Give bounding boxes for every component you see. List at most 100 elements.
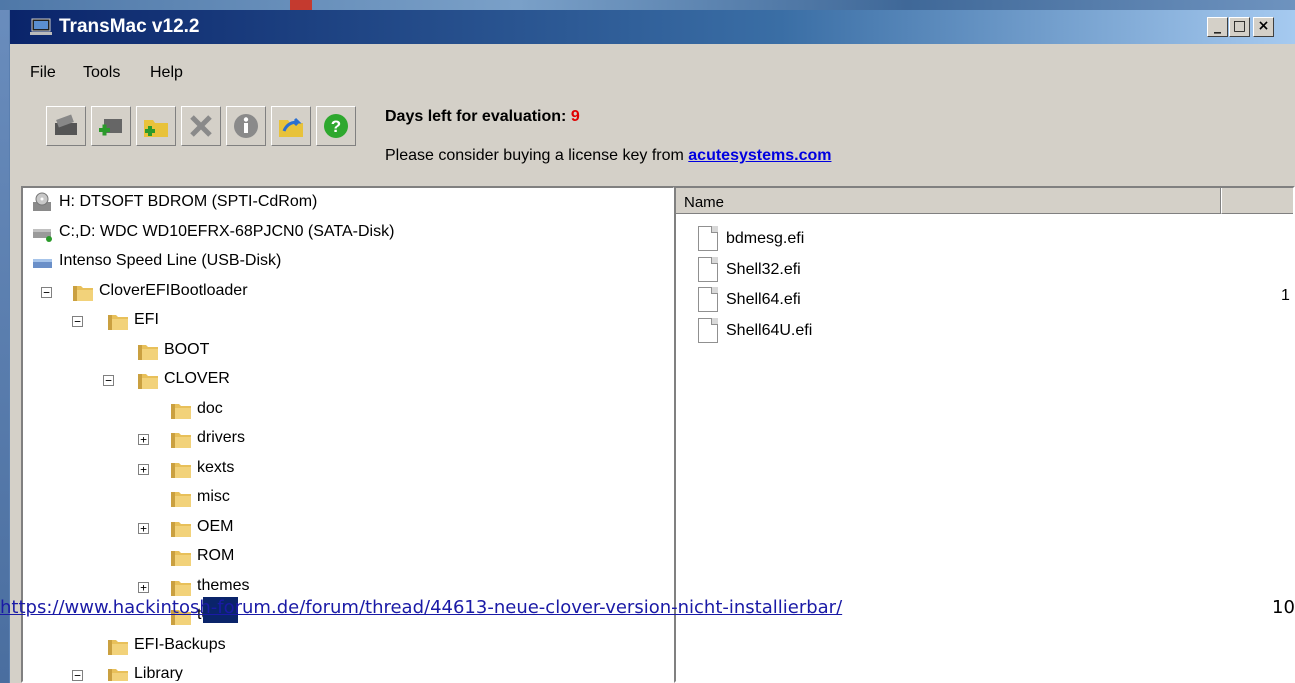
title-bar[interactable]: TransMac v12.2 _ □ × bbox=[10, 10, 1295, 44]
folder-open-icon bbox=[279, 117, 303, 137]
menu-help[interactable]: Help bbox=[150, 64, 183, 82]
tree-item-label: kexts bbox=[197, 458, 235, 476]
add-disk-icon bbox=[99, 119, 122, 136]
hard-disk-icon bbox=[33, 228, 52, 242]
file-icon bbox=[698, 317, 718, 343]
tree-item-label: C:,D: WDC WD10EFRX-68PJCN0 (SATA-Disk) bbox=[59, 222, 395, 240]
desktop-taskbar-strip bbox=[0, 0, 1295, 10]
file-name: Shell32.efi bbox=[726, 260, 801, 278]
column-header-extra[interactable] bbox=[1221, 188, 1293, 214]
tree-item-label: CLOVER bbox=[164, 370, 230, 387]
tree-item-label: themes bbox=[197, 576, 250, 594]
tree-item-label: EFI bbox=[134, 311, 159, 328]
folder-icon bbox=[171, 462, 191, 478]
add-disk-button[interactable] bbox=[91, 106, 131, 146]
tree-item[interactable]: + kexts bbox=[23, 456, 673, 482]
menu-tools[interactable]: Tools bbox=[83, 64, 120, 82]
folder-icon bbox=[171, 580, 191, 596]
folder-icon bbox=[108, 639, 128, 655]
folder-icon bbox=[108, 669, 128, 681]
taskbar-app-icon bbox=[290, 0, 312, 10]
new-folder-button[interactable] bbox=[136, 106, 176, 146]
tree-item[interactable]: + themes bbox=[23, 574, 673, 600]
folder-icon bbox=[171, 521, 191, 537]
tree-item[interactable]: H: DTSOFT BDROM (SPTI-CdRom) bbox=[23, 190, 673, 216]
help-icon: ? bbox=[324, 114, 348, 138]
tree-item[interactable]: + OEM bbox=[23, 515, 673, 541]
file-name: bdmesg.efi bbox=[726, 230, 805, 247]
tree-item-label: drivers bbox=[197, 429, 246, 446]
app-icon bbox=[30, 18, 52, 35]
tree-item[interactable]: − CLOVER bbox=[23, 367, 673, 393]
tree-item[interactable]: ROM bbox=[23, 544, 673, 570]
tree-item-label: BOOT bbox=[164, 340, 210, 358]
file-icon bbox=[698, 256, 718, 282]
folder-icon bbox=[171, 492, 191, 507]
open-image-icon bbox=[55, 114, 77, 135]
expand-icon[interactable]: + bbox=[138, 463, 149, 475]
collapse-icon[interactable]: − bbox=[41, 286, 52, 298]
tree-item[interactable]: C:,D: WDC WD10EFRX-68PJCN0 (SATA-Disk) bbox=[23, 220, 673, 246]
tree-item[interactable]: − EFI bbox=[23, 308, 673, 334]
tree-item[interactable]: + drivers bbox=[23, 426, 673, 452]
usb-disk-icon bbox=[33, 259, 52, 268]
folder-icon bbox=[138, 344, 158, 360]
tree-item-label: Library bbox=[134, 665, 183, 682]
file-row[interactable]: Shell64U.efi bbox=[698, 317, 998, 346]
tree-item-label: EFI-Backups bbox=[134, 635, 226, 653]
evaluation-days: 9 bbox=[570, 108, 580, 125]
folder-icon bbox=[108, 315, 128, 330]
expand-icon[interactable]: + bbox=[138, 434, 149, 445]
delete-icon bbox=[190, 115, 212, 137]
info-icon bbox=[234, 114, 258, 138]
tree-item[interactable]: − Library bbox=[23, 662, 673, 682]
open-image-button[interactable] bbox=[46, 106, 86, 146]
folder-icon bbox=[171, 433, 191, 448]
file-row[interactable]: Shell64.efi bbox=[698, 287, 998, 315]
file-name: Shell64.efi bbox=[726, 291, 801, 308]
license-notice: Please consider buying a license key fro… bbox=[385, 147, 831, 165]
menu-file[interactable]: File bbox=[30, 64, 56, 82]
close-button[interactable]: × bbox=[1253, 17, 1274, 37]
new-folder-icon bbox=[144, 120, 168, 137]
evaluation-label: Days left for evaluation: bbox=[385, 108, 567, 125]
tree-item[interactable]: Intenso Speed Line (USB-Disk) bbox=[23, 249, 673, 275]
expand-icon[interactable]: + bbox=[138, 581, 149, 593]
license-link[interactable]: acutesystems.com bbox=[688, 147, 831, 164]
info-button[interactable] bbox=[226, 106, 266, 146]
desktop-background bbox=[0, 0, 9, 683]
tree-item-label: misc bbox=[197, 488, 230, 505]
tree-item[interactable]: misc bbox=[23, 485, 673, 511]
file-icon bbox=[698, 226, 718, 251]
tree-item-label: ROM bbox=[197, 547, 235, 564]
maximize-button[interactable]: □ bbox=[1229, 17, 1250, 37]
file-icon bbox=[698, 287, 718, 312]
expand-icon[interactable]: + bbox=[138, 522, 149, 534]
file-row[interactable]: Shell32.efi bbox=[698, 256, 998, 285]
tree-item[interactable]: EFI-Backups bbox=[23, 633, 673, 659]
help-button[interactable]: ? bbox=[316, 106, 356, 146]
tree-item-label: OEM bbox=[197, 517, 234, 535]
minimize-button[interactable]: _ bbox=[1207, 17, 1228, 37]
tree-item[interactable]: − CloverEFIBootloader bbox=[23, 279, 673, 305]
tree-item-label: doc bbox=[197, 399, 223, 417]
cdrom-drive-icon bbox=[33, 192, 51, 211]
collapse-icon[interactable]: − bbox=[72, 670, 83, 681]
evaluation-notice: Days left for evaluation: 9 bbox=[385, 108, 580, 126]
tree-item[interactable]: BOOT bbox=[23, 338, 673, 364]
collapse-icon[interactable]: − bbox=[103, 375, 114, 386]
column-header-name[interactable]: Name bbox=[676, 188, 1221, 214]
watermark-number: 10 bbox=[1272, 597, 1295, 618]
delete-button[interactable] bbox=[181, 106, 221, 146]
folder-icon bbox=[171, 551, 191, 566]
collapse-icon[interactable]: − bbox=[72, 316, 83, 327]
clipped-column-value: 1 bbox=[1281, 287, 1290, 304]
open-folder-button[interactable] bbox=[271, 106, 311, 146]
tree-item[interactable]: doc bbox=[23, 397, 673, 423]
watermark-url[interactable]: https://www.hackintosh-forum.de/forum/th… bbox=[0, 597, 842, 618]
svg-text:?: ? bbox=[331, 117, 341, 136]
folder-icon bbox=[171, 403, 191, 419]
tree-item-label: CloverEFIBootloader bbox=[99, 281, 248, 299]
file-row[interactable]: bdmesg.efi bbox=[698, 226, 998, 254]
tree-item-label: H: DTSOFT BDROM (SPTI-CdRom) bbox=[59, 193, 318, 210]
